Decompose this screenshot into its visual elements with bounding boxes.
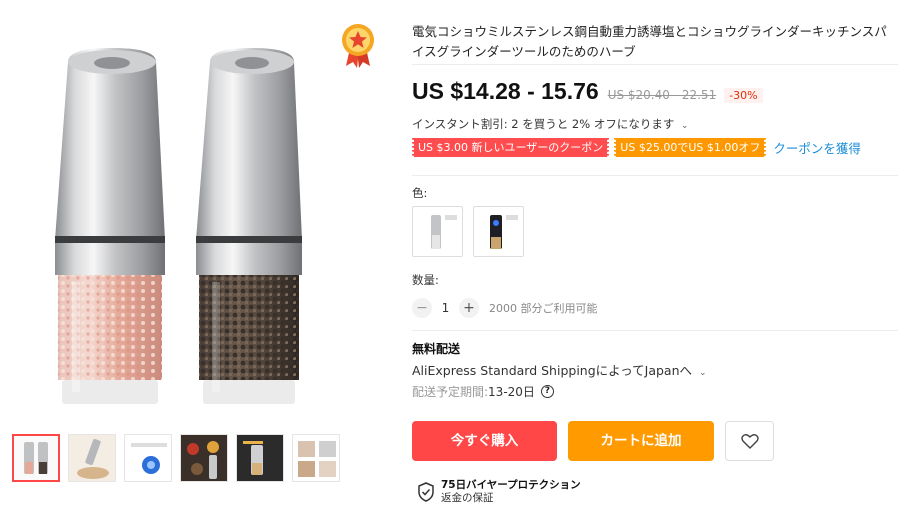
thumbnail-strip (12, 434, 340, 482)
thumb-grinders-pair[interactable] (12, 434, 60, 482)
new-user-coupon[interactable]: US $3.00 新しいユーザーのクーポン (410, 138, 611, 157)
protection-subtitle: 返金の保証 (441, 492, 494, 504)
quantity-stepper: − 1 + 2000 部分ご利用可能 (412, 298, 598, 318)
shipping-method[interactable]: AliExpress Standard ShippingによってJapanへ ⌄ (412, 360, 707, 379)
thumb-grinder-in-hand[interactable] (236, 434, 284, 482)
quantity-input[interactable]: 1 (432, 301, 459, 315)
variant-blue-light-grinder[interactable] (473, 206, 524, 257)
divider (412, 175, 898, 176)
discount-badge: -30% (724, 88, 763, 103)
instant-discount[interactable]: インスタント割引: 2 を買うと 2% オフになります ⌄ (412, 116, 689, 132)
quantity-minus-button[interactable]: − (412, 298, 432, 318)
buyer-protection: 75日バイヤープロテクション 返金の保証 (417, 479, 581, 505)
add-to-cart-button[interactable]: カートに追加 (568, 421, 714, 461)
price-row: US $14.28 - 15.76 US $20.40 - 22.51 -30% (412, 78, 763, 105)
get-coupons-link[interactable]: クーポンを獲得 (773, 138, 861, 157)
action-buttons: 今すぐ購入 カートに追加 (412, 421, 774, 461)
chevron-down-icon: ⌄ (680, 121, 689, 131)
help-icon[interactable]: ? (540, 385, 554, 398)
coupon-row: US $3.00 新しいユーザーのクーポン US $25.00でUS $1.00… (410, 138, 861, 157)
free-shipping-title: 無料配送 (412, 342, 461, 356)
instant-discount-text: インスタント割引: 2 を買うと 2% オフになります (412, 117, 675, 131)
variant-silver-grinder[interactable] (412, 206, 463, 257)
delivery-estimate: 配送予定期間: 13-20日 ? (412, 383, 554, 400)
shipping-method-text: AliExpress Standard ShippingによってJapanへ (412, 363, 693, 378)
thumb-blue-light[interactable] (124, 434, 172, 482)
shield-check-icon (418, 482, 434, 502)
spend-coupon[interactable]: US $25.00でUS $1.00オフ (613, 138, 768, 157)
thumb-spices[interactable] (180, 434, 228, 482)
divider (412, 64, 898, 65)
stock-available: 2000 部分ご利用可能 (489, 302, 598, 315)
chevron-down-icon: ⌄ (699, 368, 707, 378)
wishlist-button[interactable] (725, 421, 774, 461)
thumb-grinding-food[interactable] (68, 434, 116, 482)
protection-title: 75日バイヤープロテクション (441, 479, 581, 491)
quantity-plus-button[interactable]: + (459, 298, 479, 318)
color-label: 色: (412, 186, 428, 200)
award-ribbon-icon (338, 22, 378, 68)
buy-now-button[interactable]: 今すぐ購入 (412, 421, 557, 461)
quantity-label: 数量: (412, 273, 439, 287)
product-title: 電気コショウミルステンレス鋼自動重力誘導塩とコショウグラインダーキッチンスパイス… (412, 24, 887, 59)
heart-icon (740, 434, 759, 449)
original-price: US $20.40 - 22.51 (607, 88, 717, 102)
color-variants (412, 206, 524, 257)
thumb-usage-steps[interactable] (292, 434, 340, 482)
current-price: US $14.28 - 15.76 (412, 78, 599, 104)
eta-value: 13-20日 (488, 385, 535, 399)
divider (412, 330, 898, 331)
eta-label: 配送予定期間: (412, 385, 489, 399)
